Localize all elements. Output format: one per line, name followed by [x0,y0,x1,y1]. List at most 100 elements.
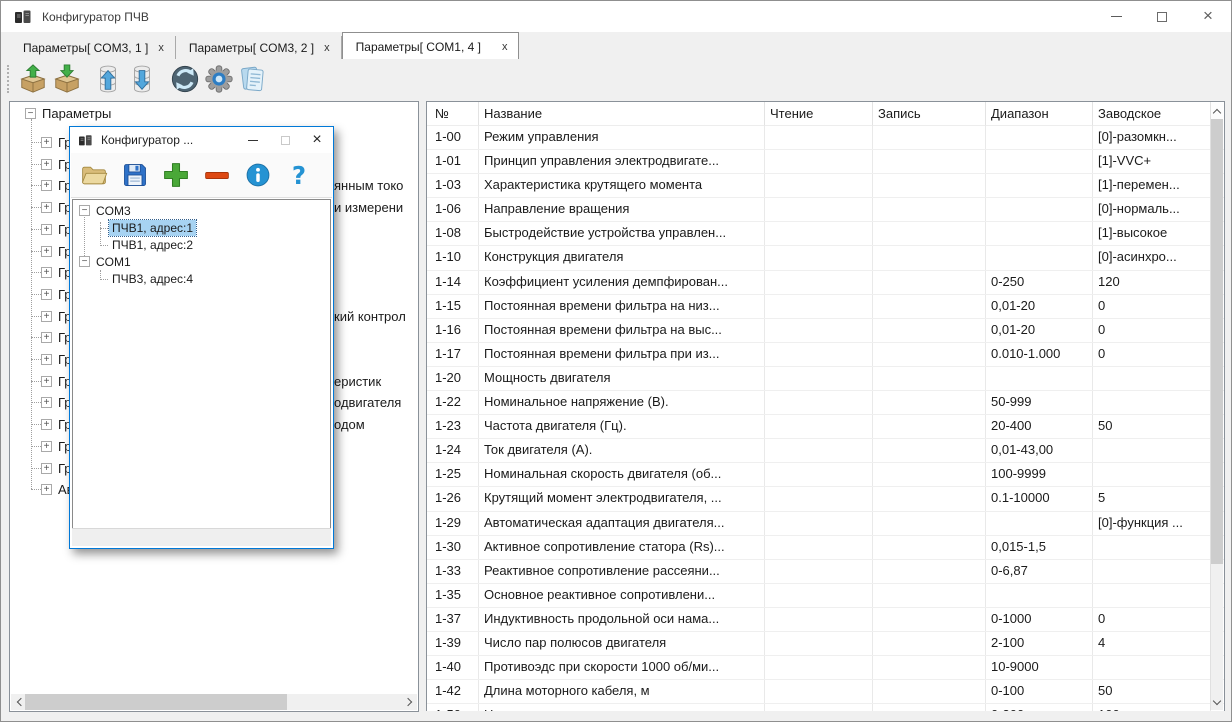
expander-plus-icon[interactable] [41,224,52,235]
expander-plus-icon[interactable] [41,441,52,452]
journal-icon[interactable] [237,63,269,95]
tab-close-icon[interactable]: x [158,42,164,54]
table-row[interactable]: 1-40Противоэдс при скорости 1000 об/ми..… [427,656,1224,680]
expander-minus-icon[interactable] [79,205,90,216]
save-icon[interactable] [121,161,149,189]
horizontal-scrollbar[interactable] [11,694,417,710]
table-row[interactable]: 1-01Принцип управления электродвигате...… [427,150,1224,174]
box-arrow-down-icon[interactable] [51,63,83,95]
scrollbar-thumb[interactable] [1211,119,1223,564]
tree-item-clipped-text[interactable]: одом [334,417,365,432]
scrollbar-thumb[interactable] [25,694,287,710]
table-row[interactable]: 1-24Ток двигателя (А).0,01-43,00 [427,439,1224,463]
expander-minus-icon[interactable] [25,108,36,119]
device-tree-item[interactable]: ПЧВ1, адрес:2 [109,237,196,253]
table-row[interactable]: 1-30Активное сопротивление статора (Rs).… [427,536,1224,560]
box-arrow-up-icon[interactable] [17,63,49,95]
table-row[interactable]: 1-33Реактивное сопротивление рассеяни...… [427,560,1224,584]
device-tree-item[interactable]: ПЧВ1, адрес:1 [109,220,196,236]
expander-plus-icon[interactable] [41,137,52,148]
cell [765,415,873,438]
column-header-2[interactable]: Название [479,102,765,126]
expander-plus-icon[interactable] [41,180,52,191]
add-device-icon[interactable] [162,161,190,189]
toolbar-grip-handle[interactable] [7,65,10,93]
table-row[interactable]: 1-20Мощность двигателя [427,367,1224,391]
expander-plus-icon[interactable] [41,159,52,170]
table-row[interactable]: 1-15Постоянная времени фильтра на низ...… [427,295,1224,319]
expander-plus-icon[interactable] [41,267,52,278]
table-row[interactable]: 1-14Коэффициент усиления демпфирован...0… [427,271,1224,295]
dialog-minimize-button[interactable] [237,127,269,153]
table-row[interactable]: 1-08Быстродействие устройства управлен..… [427,222,1224,246]
table-row[interactable]: 1-42Длина моторного кабеля, м0-10050 [427,680,1224,704]
tree-item-clipped-text[interactable]: кий контрол [334,309,406,324]
expander-plus-icon[interactable] [41,376,52,387]
dialog-close-button[interactable] [301,127,333,153]
expander-plus-icon[interactable] [41,332,52,343]
expander-plus-icon[interactable] [41,289,52,300]
tab-2[interactable]: Параметры[ COM3, 2 ]x [176,36,342,59]
expander-plus-icon[interactable] [41,354,52,365]
column-header-4[interactable]: Запись [873,102,986,126]
help-icon[interactable]: ? [285,161,313,189]
table-row[interactable]: 1-03Характеристика крутящего момента[1]-… [427,174,1224,198]
table-row[interactable]: 1-37Индуктивность продольной оси нама...… [427,608,1224,632]
open-folder-icon[interactable] [80,161,108,189]
maximize-button[interactable] [1139,1,1185,32]
tab-1[interactable]: Параметры[ COM3, 1 ]x [10,36,176,59]
minimize-button[interactable] [1093,1,1139,32]
close-icon [1203,7,1213,26]
tab-3[interactable]: Параметры[ COM1, 4 ]x [342,32,520,59]
column-header-5[interactable]: Диапазон [986,102,1093,126]
tree-root-item[interactable]: Параметры [40,105,113,122]
info-icon[interactable] [244,161,272,189]
tree-item-clipped-text[interactable]: янным токо [334,178,403,193]
table-row[interactable]: 1-25Номинальная скорость двигателя (об..… [427,463,1224,487]
tab-close-icon[interactable]: x [324,42,330,54]
table-row[interactable]: 1-23Частота двигателя (Гц).20-40050 [427,415,1224,439]
table-row[interactable]: 1-10Конструкция двигателя[0]-асинхро... [427,246,1224,270]
column-header-6[interactable]: Заводское [1093,102,1211,126]
expander-minus-icon[interactable] [79,256,90,267]
device-tree-item[interactable]: ПЧВ3, адрес:4 [109,271,196,287]
column-header-3[interactable]: Чтение [765,102,873,126]
device-tree-item[interactable]: COM1 [93,254,134,270]
remove-device-icon[interactable] [203,161,231,189]
scroll-right-arrow-icon[interactable] [401,694,417,710]
expander-plus-icon[interactable] [41,246,52,257]
table-row[interactable]: 1-00Режим управления[0]-разомкн... [427,126,1224,150]
titlebar: Конфигуратор ПЧВ [1,1,1231,32]
expander-plus-icon[interactable] [41,419,52,430]
database-download-icon[interactable] [126,63,158,95]
scroll-up-arrow-icon[interactable] [1211,103,1223,119]
database-upload-icon[interactable] [92,63,124,95]
column-header-1[interactable]: № [427,102,479,126]
tree-item-clipped-text[interactable]: и измерени [334,200,403,215]
table-row[interactable]: 1-39Число пар полюсов двигателя2-1004 [427,632,1224,656]
table-row[interactable]: 1-06Направление вращения[0]-нормаль... [427,198,1224,222]
table-row[interactable]: 1-29Автоматическая адаптация двигателя..… [427,512,1224,536]
expander-plus-icon[interactable] [41,463,52,474]
tab-close-icon[interactable]: x [502,41,508,53]
settings-gear-icon[interactable] [203,63,235,95]
tree-item-clipped-text[interactable]: одвигателя [334,395,401,410]
device-tree-item[interactable]: COM3 [93,203,134,219]
table-row[interactable]: 1-35Основное реактивное сопротивлени... [427,584,1224,608]
expander-plus-icon[interactable] [41,397,52,408]
table-row[interactable]: 1-16Постоянная времени фильтра на выс...… [427,319,1224,343]
tree-item-clipped-text[interactable]: еристик [334,374,381,389]
close-button[interactable] [1185,1,1231,32]
expander-plus-icon[interactable] [41,311,52,322]
refresh-icon[interactable] [169,63,201,95]
table-row[interactable]: 1-26Крутящий момент электродвигателя, ..… [427,487,1224,511]
table-row[interactable]: 1-22Номинальное напряжение (В).50-999 [427,391,1224,415]
cell: Постоянная времени фильтра при из... [479,343,765,366]
scroll-down-arrow-icon[interactable] [1211,694,1223,710]
expander-plus-icon[interactable] [41,202,52,213]
table-row[interactable]: 1-17Постоянная времени фильтра при из...… [427,343,1224,367]
cell [873,584,986,607]
expander-plus-icon[interactable] [41,484,52,495]
vertical-scrollbar[interactable] [1210,103,1223,710]
dialog-titlebar[interactable]: Конфигуратор ... [70,127,333,153]
